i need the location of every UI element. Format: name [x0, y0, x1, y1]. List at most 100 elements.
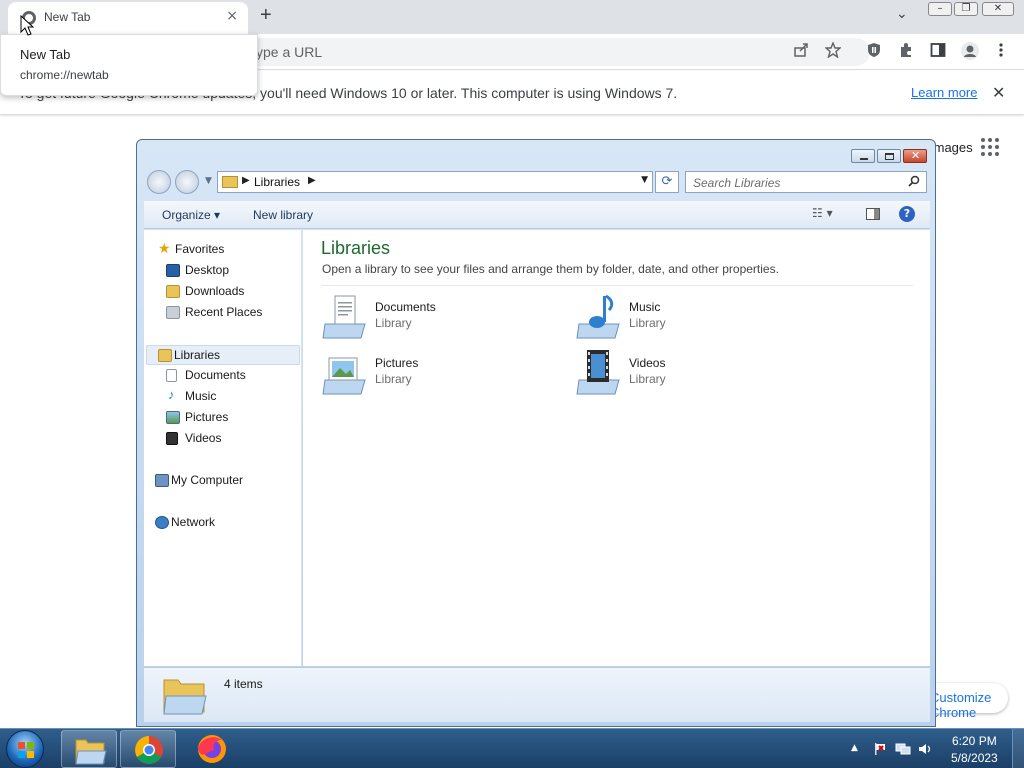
nav-libraries[interactable]: Libraries: [146, 345, 300, 365]
page-description: Open a library to see your files and arr…: [322, 262, 779, 276]
taskbar-explorer-button[interactable]: [61, 730, 117, 768]
star-icon[interactable]: [825, 42, 841, 58]
breadcrumb-arrow-icon[interactable]: ▶: [242, 175, 250, 186]
page-title: Libraries: [321, 238, 391, 258]
learn-more-link[interactable]: Learn more: [911, 85, 977, 100]
nav-videos[interactable]: Videos: [144, 429, 300, 449]
address-dropdown-icon[interactable]: ▼: [641, 175, 648, 185]
omnibox[interactable]: ype a URL: [240, 38, 870, 66]
downloads-folder-icon: [166, 285, 180, 298]
mouse-cursor-icon: [20, 15, 34, 36]
show-desktop-button[interactable]: [1012, 729, 1024, 768]
puzzle-icon[interactable]: [898, 42, 914, 58]
explorer-folder-icon: [75, 739, 107, 765]
volume-icon[interactable]: [917, 742, 933, 756]
nav-my-computer[interactable]: My Computer: [144, 471, 300, 491]
nav-documents-label: Documents: [185, 368, 246, 382]
nav-favorites-label: Favorites: [175, 242, 225, 256]
start-button[interactable]: [6, 730, 44, 768]
library-name: Music: [629, 300, 661, 314]
recent-pages-dropdown-icon[interactable]: ▼: [205, 176, 212, 186]
new-library-button[interactable]: New library: [253, 208, 313, 222]
clock-date[interactable]: 5/8/2023: [951, 751, 998, 765]
chrome-restore-button[interactable]: ❐: [954, 2, 978, 16]
divider: [321, 285, 913, 286]
firefox-icon: [198, 735, 226, 763]
documents-library-icon: [322, 295, 366, 339]
breadcrumb-libraries[interactable]: Libraries: [254, 175, 300, 189]
library-tile-pictures[interactable]: Pictures Library: [321, 348, 561, 398]
tab-search-button[interactable]: ⌄: [896, 6, 908, 22]
nav-music[interactable]: ♪ Music: [144, 387, 300, 407]
music-note-icon: ♪: [168, 387, 175, 402]
nav-network[interactable]: Network: [144, 513, 300, 533]
nav-recent-places[interactable]: Recent Places: [144, 303, 300, 323]
library-tile-documents[interactable]: Documents Library: [321, 292, 561, 342]
show-hidden-icons-button[interactable]: ▲: [851, 743, 858, 753]
nav-desktop-label: Desktop: [185, 263, 230, 277]
ntp-images-link[interactable]: Images: [930, 140, 973, 155]
nav-desktop[interactable]: Desktop: [144, 261, 300, 281]
taskbar-firefox-button[interactable]: [184, 730, 240, 768]
command-bar: Organize ▾ New library ☷ ▾ ?: [144, 201, 930, 229]
hover-card-title: New Tab: [20, 47, 71, 62]
explorer-minimize-button[interactable]: [851, 149, 875, 163]
search-icon[interactable]: [908, 175, 920, 187]
taskbar-chrome-button[interactable]: [120, 730, 176, 768]
infobar-close-button[interactable]: ✕: [992, 83, 1005, 102]
action-center-flag-icon[interactable]: [873, 742, 887, 756]
taskbar: ▲ 6:20 PM 5/8/2023: [0, 728, 1024, 768]
share-icon[interactable]: [793, 42, 809, 58]
videos-icon: [166, 432, 178, 445]
windows-explorer-window: ✕ ▼ ▶ Libraries ▶ ▼ ⟳ Search Libraries O…: [136, 139, 936, 727]
nav-pictures[interactable]: Pictures: [144, 408, 300, 428]
refresh-button[interactable]: ⟳: [655, 171, 679, 193]
kebab-menu-icon[interactable]: [996, 42, 1006, 58]
organize-button[interactable]: Organize ▾: [162, 208, 220, 222]
windows-logo-icon: [18, 742, 34, 758]
network-icon: [155, 516, 169, 529]
new-tab-button[interactable]: +: [260, 4, 272, 27]
google-apps-icon[interactable]: [981, 138, 999, 156]
computer-icon: [155, 474, 169, 487]
profile-icon[interactable]: [960, 41, 980, 61]
tab-close-button[interactable]: ×: [226, 8, 238, 24]
hover-card-url: chrome://newtab: [20, 68, 109, 82]
nav-downloads[interactable]: Downloads: [144, 282, 300, 302]
back-button[interactable]: [147, 170, 171, 194]
tab-new-tab[interactable]: New Tab ×: [8, 2, 248, 34]
tab-title: New Tab: [44, 10, 91, 24]
omnibox-text: ype a URL: [256, 44, 323, 60]
chrome-close-button[interactable]: ✕: [982, 2, 1014, 16]
nav-documents[interactable]: Documents: [144, 366, 300, 386]
explorer-maximize-button[interactable]: [877, 149, 901, 163]
help-icon[interactable]: ?: [899, 206, 915, 222]
side-panel-icon[interactable]: [930, 42, 946, 58]
change-view-icon[interactable]: ☷ ▾: [812, 206, 833, 220]
content-pane: Libraries Open a library to see your fil…: [303, 230, 930, 666]
shield-icon[interactable]: [866, 42, 882, 58]
clock-time[interactable]: 6:20 PM: [952, 734, 997, 748]
nav-recent-places-label: Recent Places: [185, 305, 263, 319]
recent-places-icon: [166, 306, 180, 319]
pictures-icon: [166, 411, 180, 424]
libraries-icon: [158, 349, 172, 362]
library-tile-videos[interactable]: Videos Library: [575, 348, 815, 398]
breadcrumb-arrow-icon[interactable]: ▶: [308, 175, 316, 186]
network-status-icon[interactable]: [895, 742, 911, 756]
nav-my-computer-label: My Computer: [171, 473, 244, 487]
preview-pane-icon[interactable]: [866, 208, 880, 220]
chrome-minimize-button[interactable]: –: [928, 2, 952, 16]
nav-videos-label: Videos: [185, 431, 222, 445]
search-input[interactable]: Search Libraries: [685, 171, 927, 193]
chrome-icon: [135, 736, 163, 764]
nav-downloads-label: Downloads: [185, 284, 245, 298]
nav-network-label: Network: [171, 515, 216, 529]
explorer-close-button[interactable]: ✕: [903, 149, 927, 163]
library-tile-music[interactable]: Music Library: [575, 292, 815, 342]
nav-favorites[interactable]: ★ Favorites: [144, 240, 300, 260]
navigation-pane: ★ Favorites Desktop Downloads Recent Pla…: [144, 230, 302, 666]
address-bar[interactable]: ▶ Libraries ▶ ▼: [217, 171, 653, 193]
search-placeholder: Search Libraries: [693, 176, 781, 190]
forward-button[interactable]: [175, 170, 199, 194]
